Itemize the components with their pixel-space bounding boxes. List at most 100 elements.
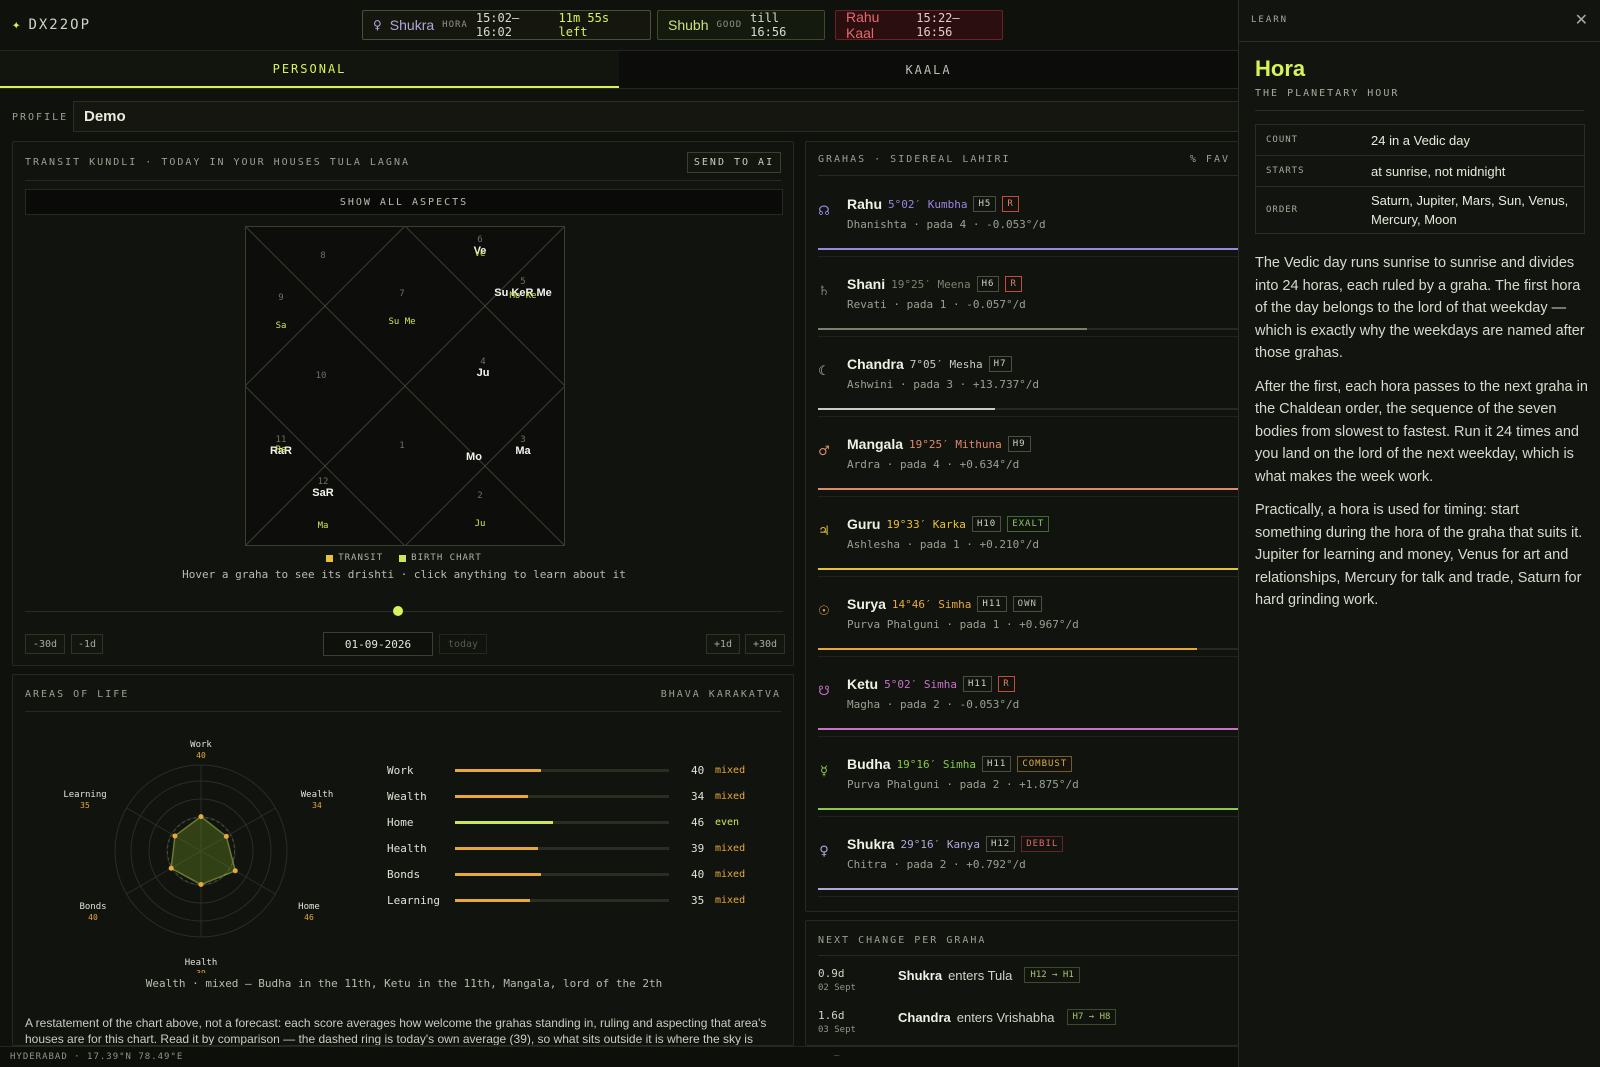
minus-1d-button[interactable]: -1d xyxy=(71,634,103,654)
radar-axis-value: 39 xyxy=(196,969,206,973)
fact-row: STARTS at sunrise, not midnight xyxy=(1256,156,1584,187)
graha-row[interactable]: ☉ Surya 14°46′ Simha H11 OWN Purva Phalguni ·… xyxy=(806,584,1238,664)
shubh-name: Shubh xyxy=(668,17,709,33)
area-bar-fill xyxy=(455,794,528,798)
hora-status-pill[interactable]: ♀ Shukra HORA 15:02–16:02 11m 55s left xyxy=(362,10,651,40)
divider xyxy=(818,496,1238,497)
graha-position: 5°02′ Kumbha xyxy=(888,197,968,211)
radar-point[interactable] xyxy=(168,865,174,871)
change-verb: enters Vrishabha xyxy=(956,1009,1055,1025)
graha-row[interactable]: ☋ Ketu 5°02′ Simha H11 R Magha · pada 2 · -0.… xyxy=(806,664,1238,744)
date-slider-track[interactable] xyxy=(25,611,783,612)
legend-swatch xyxy=(399,554,407,562)
plus-30d-button[interactable]: +30d xyxy=(745,634,785,654)
radar-axis-label: Bonds xyxy=(79,902,106,912)
areas-radar-chart[interactable]: Work40Wealth34Home46Health39Bonds40Learn… xyxy=(33,723,363,973)
tab-personal[interactable]: PERSONAL xyxy=(0,51,619,88)
radar-point[interactable] xyxy=(198,882,204,888)
shubh-status-pill[interactable]: Shubh GOOD till 16:56 xyxy=(657,10,825,40)
radar-point[interactable] xyxy=(172,833,178,839)
hora-range: 15:02–16:02 xyxy=(475,11,520,39)
graha-nakshatra: Dhanishta · pada 4 · -0.053°/d xyxy=(847,218,1046,231)
graha-row[interactable]: ☊ Rahu 5°02′ Kumbha H5 R Dhanishta · pada 4 ·… xyxy=(806,184,1238,264)
graha-row[interactable]: ♀ Shukra 29°16′ Kanya H12 DEBIL Chitra · pada… xyxy=(806,824,1238,904)
radar-point[interactable] xyxy=(232,868,238,874)
house-badge: H11 xyxy=(982,756,1012,772)
profile-select[interactable]: Demo xyxy=(73,101,1238,132)
graha-row[interactable]: ♂ Mangala 19°25′ Mithuna H9 Ardra · pada 4 ·… xyxy=(806,424,1238,504)
area-bar-row[interactable]: Home 46 even xyxy=(387,814,739,830)
area-bar-label: Home xyxy=(387,815,414,829)
fact-key: ORDER xyxy=(1266,205,1299,215)
next-change-row[interactable]: 1.6d 03 Sept Chandra enters Vrishabha H7 → H… xyxy=(818,1007,1238,1045)
area-bar-row[interactable]: Work 40 mixed xyxy=(387,762,745,778)
house-transit-grahas[interactable]: SaR xyxy=(312,487,333,499)
graha-nakshatra: Revati · pada 1 · -0.057°/d xyxy=(847,298,1026,311)
house-birth-grahas[interactable]: Su Me xyxy=(388,317,415,327)
house-birth-grahas[interactable]: Ma xyxy=(318,521,329,531)
graha-row[interactable]: ☾ Chandra 7°05′ Mesha H7 Ashwini · pada 3 · … xyxy=(806,344,1238,424)
star-icon: ✦ xyxy=(12,17,23,33)
radar-point[interactable] xyxy=(223,833,229,839)
tab-kaala[interactable]: KAALA xyxy=(619,51,1238,88)
house-birth-grahas[interactable]: Ju xyxy=(475,519,486,529)
graha-name-line: Ketu 5°02′ Simha H11 R xyxy=(847,676,1015,692)
house-transit-grahas[interactable]: Mo xyxy=(466,451,482,463)
radar-axis-label: Home xyxy=(298,902,320,912)
divider xyxy=(818,955,1238,956)
grahas-panel: GRAHAS · SIDEREAL LAHIRI % FAV ☊ Rahu 5°02… xyxy=(805,141,1238,912)
change-date: 03 Sept xyxy=(818,1025,856,1035)
graha-row[interactable]: ♄ Shani 19°25′ Meena H6 R Revati · pada 1 · -… xyxy=(806,264,1238,344)
legend-transit-label: TRANSIT xyxy=(338,553,384,563)
kundli-chart[interactable]: 1Mo2Ju3Ma4Ju5Su KeR MeMo Ke6VeVe7Su Me89… xyxy=(245,226,565,546)
house-birth-grahas[interactable]: Ve xyxy=(475,249,486,259)
top-bar: ✦ DX22OP ♀ Shukra HORA 15:02–16:02 11m 55… xyxy=(0,0,1238,51)
graha-name-line: Surya 14°46′ Simha H11 OWN xyxy=(847,596,1042,612)
house-badge: H12 xyxy=(985,836,1016,852)
house-number: 1 xyxy=(399,441,404,451)
area-bar-row[interactable]: Bonds 40 mixed xyxy=(387,866,745,882)
dignity-badge: R xyxy=(1002,196,1019,212)
rahu-kaal-pill[interactable]: Rahu Kaal 15:22–16:56 xyxy=(835,9,1003,41)
graha-row[interactable]: ♃ Guru 19°33′ Karka H10 EXALT Ashlesha · pada… xyxy=(806,504,1238,584)
fact-value: at sunrise, not midnight xyxy=(1371,163,1506,179)
minus-30d-button[interactable]: -30d xyxy=(25,634,65,654)
graha-position: 5°02′ Simha xyxy=(884,677,957,691)
graha-fav-track xyxy=(818,568,1238,570)
area-bar-verdict: mixed xyxy=(715,842,746,854)
graha-position: 19°16′ Simha xyxy=(896,757,977,771)
divider xyxy=(818,336,1238,337)
today-button[interactable]: today xyxy=(439,634,487,654)
area-bar-row[interactable]: Health 39 mixed xyxy=(387,840,745,856)
area-bar-row[interactable]: Wealth 34 mixed xyxy=(387,788,745,804)
radar-point[interactable] xyxy=(198,814,204,820)
date-input[interactable]: 01-09-2026 xyxy=(323,632,433,656)
plus-1d-button[interactable]: +1d xyxy=(706,634,740,654)
house-transit-grahas[interactable]: Ju xyxy=(477,367,490,379)
send-to-ai-button[interactable]: SEND TO AI xyxy=(687,152,781,173)
house-transit-grahas[interactable]: Ma xyxy=(515,445,531,457)
area-bar-row[interactable]: Learning 35 mixed xyxy=(387,892,745,908)
fact-key: STARTS xyxy=(1266,166,1305,176)
house-birth-grahas[interactable]: Mo Ke xyxy=(509,291,536,301)
area-bar-label: Health xyxy=(387,841,427,855)
rahu-kaal-name: Rahu Kaal xyxy=(846,9,880,41)
fact-row: ORDER Saturn, Jupiter, Mars, Sun, Venus, … xyxy=(1256,187,1584,233)
date-slider-handle[interactable] xyxy=(393,606,403,616)
app-logo[interactable]: ✦ DX22OP xyxy=(12,17,91,33)
learn-paragraph: After the first, each hora passes to the… xyxy=(1255,378,1588,485)
dignity-badge: R xyxy=(1005,276,1022,292)
graha-row[interactable]: ☿ Budha 19°16′ Simha H11 COMBUST Purva Phalgu… xyxy=(806,744,1238,824)
location-label: HYDERABAD · 17.39°N 78.49°E xyxy=(10,1052,184,1062)
dignity-badge: COMBUST xyxy=(1017,756,1073,772)
house-badge: H10 xyxy=(971,516,1002,532)
house-birth-grahas[interactable]: Ra xyxy=(276,445,287,455)
app-root: ✦ DX22OP ♀ Shukra HORA 15:02–16:02 11m 55… xyxy=(0,0,1600,1067)
divider xyxy=(818,175,1238,176)
graha-name-line: Shukra 29°16′ Kanya H12 DEBIL xyxy=(847,836,1064,852)
next-change-row[interactable]: 0.9d 02 Sept Shukra enters Tula H12 → H1 xyxy=(818,965,1238,1005)
house-birth-grahas[interactable]: Sa xyxy=(276,321,287,331)
graha-fav-track xyxy=(818,808,1238,810)
show-all-aspects-button[interactable]: SHOW ALL ASPECTS xyxy=(25,189,783,215)
close-icon[interactable]: ✕ xyxy=(1575,10,1588,29)
